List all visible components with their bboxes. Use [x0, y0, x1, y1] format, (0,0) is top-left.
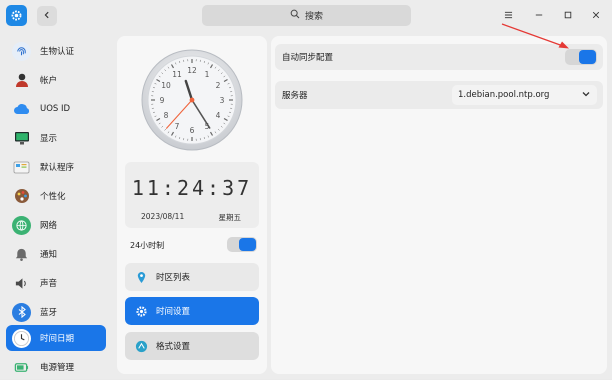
clock-panel: 121234567891011 11:24:37 2023/08/11 星期五 … [117, 36, 267, 374]
sidebar-item-sound[interactable]: 声音 [6, 270, 106, 296]
back-button[interactable] [37, 6, 57, 26]
sidebar-item-date-time[interactable]: 时间日期 [6, 325, 106, 351]
sidebar-item-display[interactable]: 显示 [6, 125, 106, 151]
search-placeholder: 搜索 [305, 9, 323, 22]
clock-numeral: 4 [216, 111, 221, 120]
minimize-button[interactable] [530, 6, 548, 24]
user-icon [12, 71, 31, 90]
search-icon [290, 9, 300, 22]
hamburger-menu-icon [504, 9, 513, 22]
clock-numeral: 8 [164, 111, 169, 120]
sidebar-item-label: 网络 [40, 219, 57, 231]
maximize-icon [564, 9, 572, 22]
timezone-list-button[interactable]: 时区列表 [125, 263, 259, 291]
palette-icon [12, 187, 31, 206]
sidebar-item-label: 电源管理 [40, 361, 74, 373]
sidebar-item-label: 帐户 [40, 74, 57, 86]
main-menu-button[interactable] [499, 6, 517, 24]
bluetooth-icon [12, 303, 31, 322]
time-settings-button[interactable]: 时间设置 [125, 297, 259, 325]
clock-numeral: 6 [190, 126, 195, 135]
toggle-knob [239, 238, 256, 251]
sidebar-item-label: 显示 [40, 132, 57, 144]
analog-clock: 121234567891011 [140, 48, 244, 152]
format-settings-label: 格式设置 [156, 340, 190, 352]
sidebar-item-label: 默认程序 [40, 161, 74, 173]
server-select[interactable]: 1.debian.pool.ntp.org [452, 85, 597, 105]
bell-icon [12, 245, 31, 264]
sidebar-item-label: UOS ID [40, 104, 70, 114]
auto-sync-label: 自动同步配置 [282, 51, 333, 63]
monitor-icon [12, 129, 31, 148]
server-row: 服务器 1.debian.pool.ntp.org [275, 81, 603, 109]
digital-clock-card: 11:24:37 2023/08/11 星期五 [125, 162, 259, 228]
auto-sync-row: 自动同步配置 [275, 44, 603, 70]
chevron-left-icon [43, 11, 51, 22]
sidebar-item-label: 生物认证 [40, 45, 74, 57]
clock-icon [12, 329, 31, 348]
fingerprint-icon [12, 42, 31, 61]
gear-icon [134, 304, 148, 318]
sidebar-item-bluetooth[interactable]: 蓝牙 [6, 299, 106, 325]
minimize-icon [535, 9, 543, 22]
current-date: 2023/08/11 [141, 212, 184, 221]
format-icon [134, 339, 148, 353]
sidebar-item-notification[interactable]: 通知 [6, 241, 106, 267]
location-pin-icon [134, 270, 148, 284]
clock-numeral: 3 [220, 96, 225, 105]
sidebar-item-uos-id[interactable]: UOS ID [6, 96, 106, 122]
sidebar-item-label: 蓝牙 [40, 306, 57, 318]
maximize-button[interactable] [559, 6, 577, 24]
clock-numeral: 10 [161, 81, 171, 90]
clock-numeral: 1 [205, 70, 210, 79]
auto-sync-toggle[interactable] [565, 49, 597, 65]
power-icon [12, 358, 31, 377]
clock-numeral: 7 [175, 122, 180, 131]
sidebar: 生物认证 帐户 UOS ID 显示 默认程序 [0, 36, 112, 379]
settings-window: 搜索 生物认证 帐户 [0, 0, 612, 379]
sidebar-item-biometric[interactable]: 生物认证 [6, 38, 106, 64]
server-value: 1.debian.pool.ntp.org [458, 90, 549, 100]
hour24-label: 24小时制 [130, 240, 164, 251]
sidebar-item-label: 时间日期 [40, 332, 74, 344]
default-apps-icon [12, 158, 31, 177]
hour24-toggle[interactable] [227, 237, 257, 252]
current-weekday: 星期五 [219, 212, 242, 223]
settings-gear-icon [6, 5, 27, 26]
sidebar-item-default-apps[interactable]: 默认程序 [6, 154, 106, 180]
hour24-row: 24小时制 [125, 235, 259, 255]
clock-numeral: 9 [160, 96, 165, 105]
clock-numeral: 11 [172, 70, 182, 79]
search-input[interactable]: 搜索 [202, 5, 411, 26]
close-button[interactable] [587, 6, 605, 24]
cloud-icon [12, 100, 31, 119]
sidebar-item-network[interactable]: 网络 [6, 212, 106, 238]
chevron-down-icon [581, 89, 591, 102]
time-settings-panel: 自动同步配置 服务器 1.debian.pool.ntp.org [271, 36, 607, 374]
toggle-knob [579, 50, 596, 64]
timezone-list-label: 时区列表 [156, 271, 190, 283]
sidebar-item-power[interactable]: 电源管理 [6, 354, 106, 380]
clock-numeral: 12 [187, 66, 197, 75]
digital-time: 11:24:37 [125, 176, 259, 200]
sidebar-item-personalization[interactable]: 个性化 [6, 183, 106, 209]
format-settings-button[interactable]: 格式设置 [125, 332, 259, 360]
sidebar-item-label: 个性化 [40, 190, 66, 202]
network-icon [12, 216, 31, 235]
close-icon [592, 9, 600, 22]
server-label: 服务器 [282, 89, 308, 101]
speaker-icon [12, 274, 31, 293]
time-settings-label: 时间设置 [156, 305, 190, 317]
sidebar-item-account[interactable]: 帐户 [6, 67, 106, 93]
sidebar-item-label: 声音 [40, 277, 57, 289]
clock-numeral: 2 [216, 81, 221, 90]
sidebar-item-label: 通知 [40, 248, 57, 260]
